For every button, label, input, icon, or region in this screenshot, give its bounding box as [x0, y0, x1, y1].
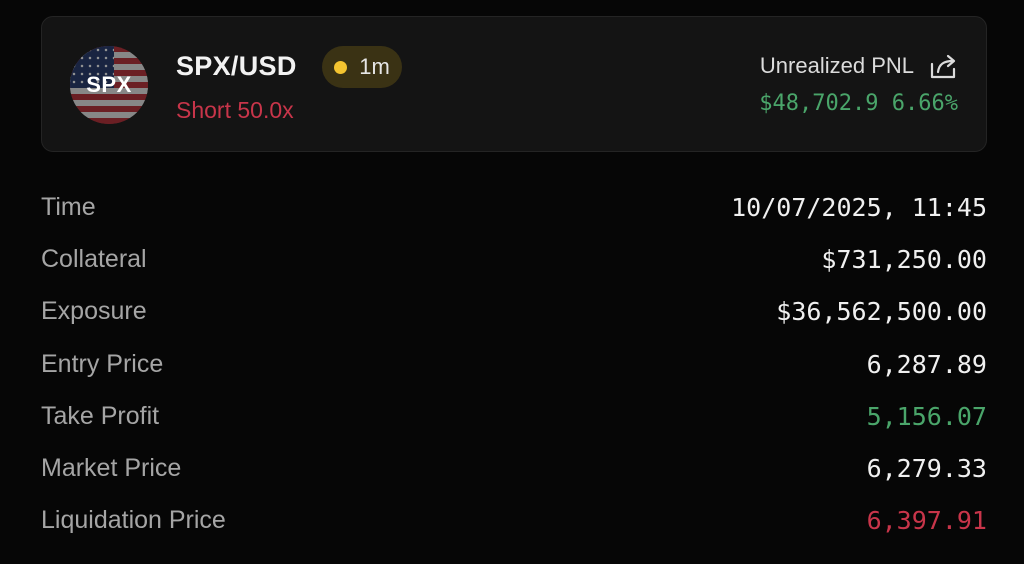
detail-value: 6,279.33	[866, 454, 987, 484]
detail-value: 10/07/2025, 11:45	[731, 192, 987, 222]
detail-label: Entry Price	[41, 349, 164, 378]
detail-value: 6,287.89	[866, 349, 987, 379]
status-dot-icon	[334, 60, 348, 74]
pnl-amount: $48,702.9	[759, 91, 879, 116]
detail-label: Collateral	[41, 244, 147, 273]
detail-row-time: Time 10/07/2025, 11:45	[41, 181, 987, 233]
detail-row-liquidation-price: Liquidation Price 6,397.91	[41, 495, 987, 547]
detail-label: Liquidation Price	[41, 506, 226, 535]
detail-value: 6,397.91	[866, 506, 987, 536]
avatar-ticker: SPX	[86, 72, 132, 97]
detail-label: Take Profit	[41, 401, 160, 430]
position-card: SPX SPX/USD 1m Short 50.0x Unrealized PN…	[41, 16, 987, 152]
position-details: Time 10/07/2025, 11:45 Collateral $731,2…	[41, 181, 987, 547]
detail-row-exposure: Exposure $36,562,500.00	[41, 286, 987, 338]
detail-row-collateral: Collateral $731,250.00	[41, 233, 987, 285]
share-icon[interactable]	[929, 52, 959, 80]
detail-value: $36,562,500.00	[776, 297, 987, 327]
detail-label: Market Price	[41, 454, 182, 483]
detail-row-entry-price: Entry Price 6,287.89	[41, 338, 987, 390]
pnl-percent: 6.66%	[891, 91, 958, 116]
pair-title: SPX/USD	[176, 51, 297, 81]
detail-value: $731,250.00	[821, 244, 987, 274]
detail-label: Exposure	[41, 297, 147, 326]
timeframe-label: 1m	[359, 54, 390, 79]
unrealized-pnl-label: Unrealized PNL	[759, 53, 914, 78]
spx-flag-avatar: SPX	[70, 46, 148, 124]
detail-row-take-profit: Take Profit 5,156.07	[41, 390, 987, 442]
timeframe-badge[interactable]: 1m	[322, 46, 402, 88]
unrealized-pnl-value: $48,702.9 6.66%	[759, 91, 958, 116]
detail-label: Time	[41, 192, 96, 221]
detail-value: 5,156.07	[866, 401, 987, 431]
detail-row-market-price: Market Price 6,279.33	[41, 442, 987, 494]
position-side-leverage: Short 50.0x	[176, 97, 294, 123]
